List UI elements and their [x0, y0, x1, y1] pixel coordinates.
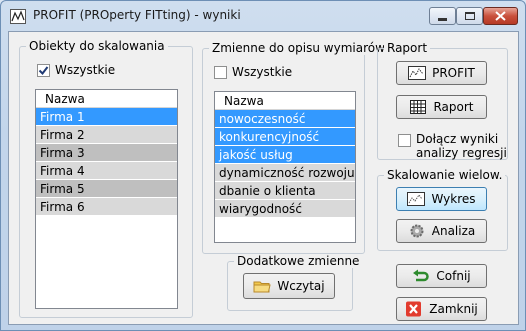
extra-vars-group-title: Dodatkowe zmienne [234, 254, 363, 268]
list-item[interactable]: nowoczesność [215, 110, 355, 128]
maximize-icon [464, 12, 475, 20]
checkbox-unchecked-icon [398, 134, 411, 147]
attach-regression-label-line2: analizy regresji [416, 146, 507, 160]
list-item[interactable]: Firma 4 [36, 162, 177, 180]
undo-button[interactable]: Cofnij [396, 264, 487, 288]
attach-regression-checkbox[interactable]: Dołącz wyniki analizy regresji [398, 132, 507, 160]
list-item[interactable]: Firma 5 [36, 180, 177, 198]
close-button[interactable] [483, 7, 518, 25]
close-x-icon [405, 301, 423, 317]
objects-list[interactable]: Nazwa Firma 1 Firma 2 Firma 3 Firma 4 Fi… [35, 89, 178, 309]
list-item[interactable]: jakość usług [215, 146, 355, 164]
list-item[interactable]: konkurencyjność [215, 128, 355, 146]
undo-arrow-icon [412, 268, 430, 284]
attach-regression-label-line1: Dołącz wyniki [416, 132, 499, 146]
checkbox-unchecked-icon [214, 65, 227, 79]
load-button[interactable]: Wczytaj [243, 273, 335, 299]
minimize-button[interactable] [429, 7, 456, 25]
app-logo-icon [10, 9, 26, 24]
list-item[interactable]: Firma 1 [36, 108, 177, 126]
variables-group-title: Zmienne do opisu wymiarów [209, 41, 388, 55]
folder-icon [253, 278, 271, 294]
profit-label: PROFIT [432, 66, 475, 80]
gear-icon [408, 223, 426, 239]
list-item[interactable]: Firma 3 [36, 144, 177, 162]
objects-list-header[interactable]: Nazwa [36, 90, 177, 108]
close-window-label: Zamknij [429, 302, 478, 316]
list-item[interactable]: wiarygodność [215, 200, 355, 218]
checkbox-checked-icon [37, 63, 50, 77]
variables-all-checkbox[interactable]: Wszystkie [214, 65, 292, 79]
list-item[interactable]: Firma 6 [36, 198, 177, 216]
scatter-chart-icon [407, 191, 426, 207]
profit-button[interactable]: PROFIT [396, 61, 487, 85]
report-button[interactable]: Raport [396, 95, 487, 119]
chart-icon [408, 65, 427, 81]
title-bar[interactable]: PROFIT (PROperty FITting) - wyniki [1, 1, 525, 31]
app-window: PROFIT (PROperty FITting) - wyniki Obiek… [0, 0, 526, 331]
minimize-icon [438, 17, 447, 21]
objects-group-title: Obiekty do skalowania [26, 39, 168, 53]
variables-all-label: Wszystkie [232, 65, 293, 79]
objects-all-checkbox[interactable]: Wszystkie [37, 63, 115, 77]
chart-button[interactable]: Wykres [396, 187, 487, 211]
client-area: Obiekty do skalowania Wszystkie Nazwa Fi… [8, 31, 519, 325]
objects-all-label: Wszystkie [55, 63, 116, 77]
close-icon [495, 11, 506, 21]
scaling-group-title: Skalowanie wielow. [384, 168, 506, 182]
list-item[interactable]: dynamiczność rozwoju [215, 164, 355, 182]
analysis-button[interactable]: Analiza [396, 219, 487, 243]
report-group-title: Raport [384, 41, 431, 55]
chart-label: Wykres [431, 192, 476, 206]
table-icon [409, 99, 427, 115]
list-item[interactable]: dbanie o klienta [215, 182, 355, 200]
analysis-label: Analiza [431, 224, 476, 238]
close-window-button[interactable]: Zamknij [396, 297, 487, 321]
list-item[interactable]: Firma 2 [36, 126, 177, 144]
variables-list[interactable]: Nazwa nowoczesność konkurencyjność jakoś… [214, 91, 356, 243]
report-label: Raport [433, 100, 474, 114]
attach-regression-label: Dołącz wyniki analizy regresji [416, 132, 507, 160]
load-label: Wczytaj [277, 279, 325, 293]
undo-label: Cofnij [436, 269, 471, 283]
maximize-button[interactable] [456, 7, 483, 25]
variables-list-header[interactable]: Nazwa [215, 92, 355, 110]
window-title: PROFIT (PROperty FITting) - wyniki [33, 8, 241, 22]
